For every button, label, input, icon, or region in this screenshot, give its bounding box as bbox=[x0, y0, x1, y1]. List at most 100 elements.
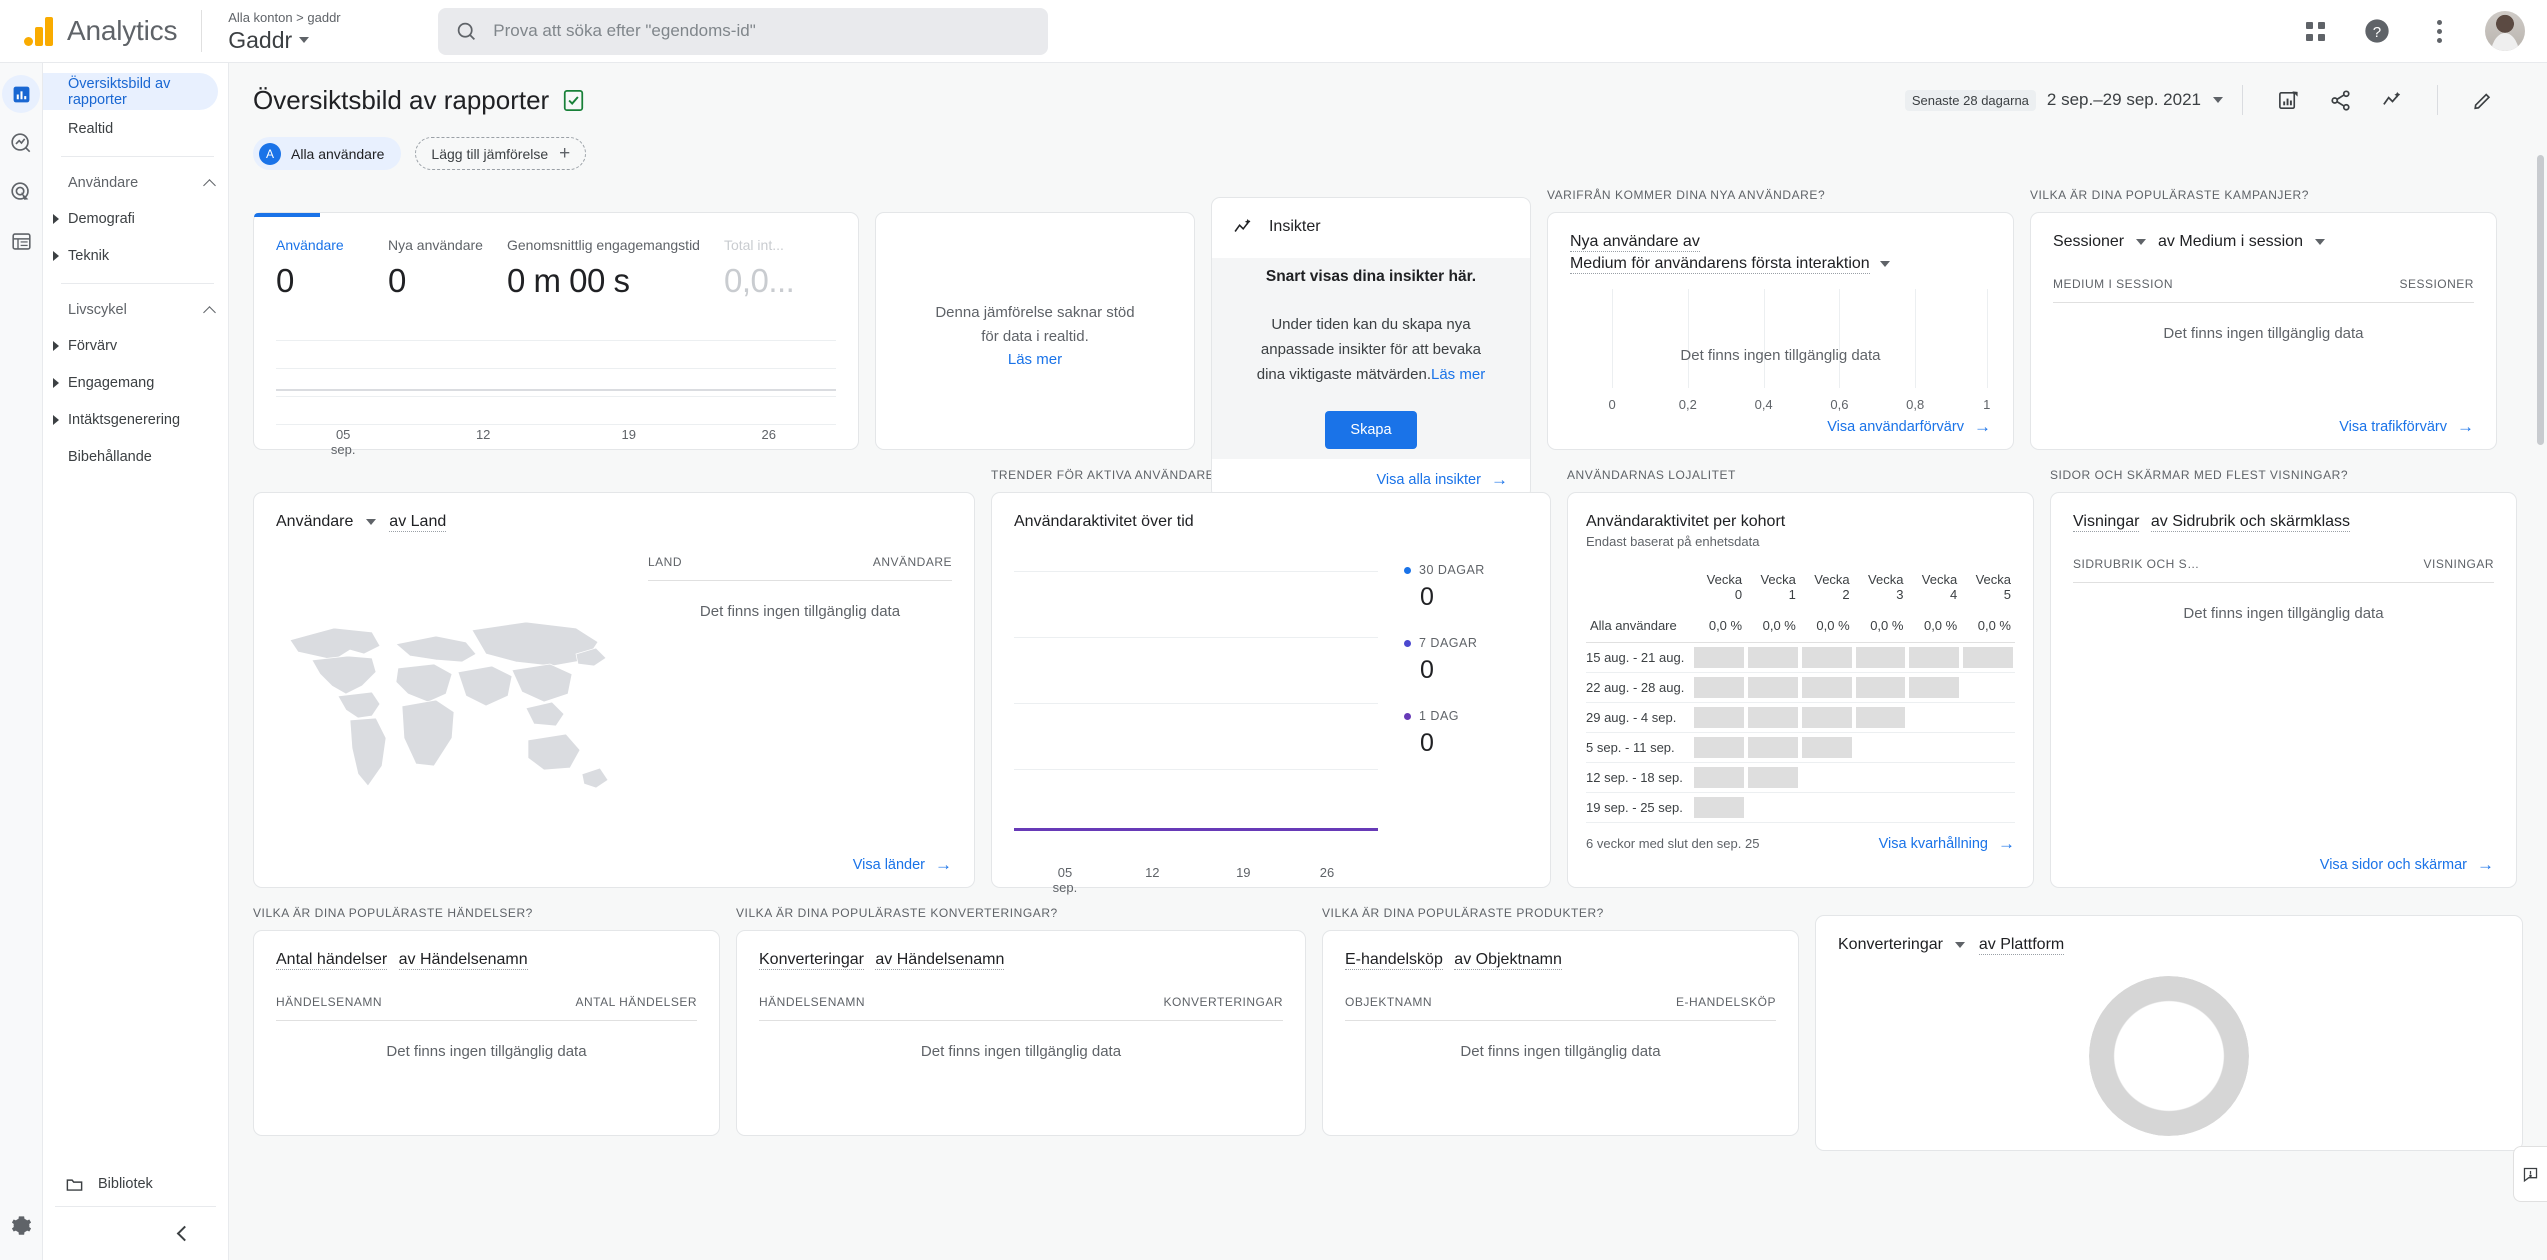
metric-new-users[interactable]: Nya användare 0 bbox=[388, 237, 507, 300]
more-vertical-icon[interactable] bbox=[2423, 15, 2455, 47]
sidebar-item-retention[interactable]: Bibehållande bbox=[43, 438, 218, 475]
x-label: 26 bbox=[762, 427, 776, 442]
column-header-metric[interactable]: E-HANDELSKÖP bbox=[1676, 995, 1776, 1009]
card-metric-selector[interactable]: E-handelsköp av Objektnamn bbox=[1345, 951, 1776, 969]
create-insight-button[interactable]: Skapa bbox=[1325, 411, 1416, 449]
sidebar-group-users[interactable]: Användare bbox=[43, 166, 228, 200]
chevron-down-icon[interactable] bbox=[2136, 239, 2146, 245]
sidebar-item-acquisition[interactable]: Förvärv bbox=[43, 327, 218, 364]
column-header-metric[interactable]: ANVÄNDARE bbox=[873, 555, 952, 569]
chevron-down-icon[interactable] bbox=[366, 519, 376, 525]
advertising-target-icon bbox=[10, 181, 32, 203]
date-range-text[interactable]: 2 sep.–29 sep. 2021 bbox=[2047, 90, 2201, 110]
column-header-dimension[interactable]: LAND bbox=[648, 555, 682, 569]
table-header: MEDIUM I SESSION SESSIONER bbox=[2053, 277, 2474, 303]
column-header-metric[interactable]: ANTAL HÄNDELSER bbox=[575, 995, 697, 1009]
sidebar-item-label: Realtid bbox=[68, 121, 113, 137]
help-circle-icon[interactable]: ? bbox=[2361, 15, 2393, 47]
column-header-dimension[interactable]: SIDRUBRIK OCH S… bbox=[2073, 557, 2200, 571]
card-cohort-retention: Användaraktivitet per kohort Endast base… bbox=[1567, 492, 2034, 888]
read-more-link[interactable]: Läs mer bbox=[1008, 351, 1062, 368]
pages-screens-footer-link[interactable]: Visa sidor och skärmar → bbox=[2073, 856, 2494, 873]
sidebar-item-demographics[interactable]: Demografi bbox=[43, 200, 218, 237]
world-map[interactable] bbox=[276, 539, 636, 856]
insights-read-more-link[interactable]: Läs mer bbox=[1431, 366, 1485, 383]
card-metric-selector[interactable]: Användare av Land bbox=[276, 513, 952, 531]
vertical-scrollbar[interactable] bbox=[2537, 155, 2544, 445]
countries-footer-link[interactable]: Visa länder → bbox=[276, 856, 952, 873]
sidebar-item-reports-overview[interactable]: Översiktsbild av rapporter bbox=[43, 73, 218, 110]
column-header-dimension[interactable]: HÄNDELSENAMN bbox=[759, 995, 865, 1009]
column-header-dimension[interactable]: MEDIUM I SESSION bbox=[2053, 277, 2173, 291]
feedback-button[interactable] bbox=[2513, 1146, 2547, 1202]
insights-report-icon[interactable] bbox=[2271, 83, 2305, 117]
rail-item-explore[interactable] bbox=[2, 124, 40, 162]
metric-users[interactable]: Användare 0 bbox=[276, 237, 388, 300]
sidebar-item-monetization[interactable]: Intäktsgenerering bbox=[43, 401, 218, 438]
column-header: Vecka 0 bbox=[1692, 563, 1746, 611]
chevron-left-icon[interactable] bbox=[177, 1226, 193, 1242]
chevron-down-icon[interactable] bbox=[2315, 239, 2325, 245]
campaigns-footer-link[interactable]: Visa trafikförvärv → bbox=[2053, 418, 2474, 435]
column-header-metric[interactable]: VISNINGAR bbox=[2423, 557, 2494, 571]
card-metric-selector[interactable]: Konverteringar av Händelsenamn bbox=[759, 951, 1283, 969]
share-icon[interactable] bbox=[2323, 83, 2357, 117]
rail-item-advertising[interactable] bbox=[2, 173, 40, 211]
countries-table: LAND ANVÄNDARE Det finns ingen tillgängl… bbox=[636, 539, 952, 856]
apps-grid-icon[interactable] bbox=[2299, 15, 2331, 47]
row-label: Alla användare bbox=[1586, 611, 1692, 643]
card-metric-selector[interactable]: Antal händelser av Händelsenamn bbox=[276, 951, 697, 969]
plus-icon: + bbox=[559, 144, 570, 163]
card-metric-selector[interactable]: Visningar av Sidrubrik och skärmklass bbox=[2073, 513, 2494, 531]
sidebar-item-engagement[interactable]: Engagemang bbox=[43, 364, 218, 401]
chip-all-users[interactable]: A Alla användare bbox=[253, 137, 401, 170]
dimension-label: av Sidrubrik och skärmklass bbox=[2151, 513, 2350, 532]
rail-item-configure[interactable] bbox=[2, 222, 40, 260]
metric-label: Sessioner bbox=[2053, 233, 2124, 250]
rail-item-settings[interactable] bbox=[2, 1206, 40, 1244]
row-label: 15 aug. - 21 aug. bbox=[1586, 643, 1692, 673]
sidebar-collapse-row bbox=[55, 1206, 216, 1260]
chevron-down-icon[interactable] bbox=[1955, 942, 1965, 948]
sidebar-item-library[interactable]: Bibliotek bbox=[43, 1162, 228, 1206]
metric-avg-engagement-time[interactable]: Genomsnittlig engagemangstid 0 m 00 s bbox=[507, 237, 724, 300]
add-comparison-button[interactable]: Lägg till jämförelse + bbox=[415, 137, 586, 170]
body: Översiktsbild av rapporter Realtid Använ… bbox=[0, 63, 2547, 1260]
search-bar[interactable] bbox=[438, 8, 1048, 55]
sidebar-item-realtime[interactable]: Realtid bbox=[43, 110, 218, 147]
rail-item-reports[interactable] bbox=[2, 75, 40, 113]
no-data-message: Det finns ingen tillgänglig data bbox=[1570, 347, 1991, 364]
sidebar-item-tech[interactable]: Teknik bbox=[43, 237, 218, 274]
search-input[interactable] bbox=[493, 21, 1030, 41]
new-users-footer-link[interactable]: Visa användarförvärv → bbox=[1570, 418, 1991, 435]
loyalty-footer-link[interactable]: Visa kvarhållning → bbox=[1879, 835, 2015, 852]
compare-icon[interactable] bbox=[2375, 83, 2409, 117]
trend-body: 05 sep. 12 19 26 30 DAGAR bbox=[1014, 545, 1528, 873]
arrow-right-icon: → bbox=[1491, 471, 1508, 488]
sidebar-group-lifecycle[interactable]: Livscykel bbox=[43, 293, 228, 327]
arrow-right-icon: → bbox=[935, 856, 952, 873]
user-avatar[interactable] bbox=[2485, 11, 2525, 51]
dashboard-scroll[interactable]: Användare 0 Nya användare 0 Genomsnittli… bbox=[229, 188, 2547, 1260]
chevron-down-icon[interactable] bbox=[299, 37, 309, 43]
column-header-metric[interactable]: SESSIONER bbox=[2399, 277, 2474, 291]
legend-item-7-days: 7 DAGAR 0 bbox=[1404, 636, 1528, 685]
account-selector[interactable]: Alla konton > gaddr Gaddr bbox=[228, 9, 378, 54]
column-header-metric[interactable]: KONVERTERINGAR bbox=[1164, 995, 1283, 1009]
card-metric-selector[interactable]: Konverteringar av Plattform bbox=[1838, 936, 2500, 954]
card-metric-selector[interactable]: Nya användare av Medium för användarens … bbox=[1570, 233, 1991, 273]
chevron-down-icon[interactable] bbox=[2213, 97, 2223, 103]
divider bbox=[2242, 85, 2243, 115]
chevron-down-icon[interactable] bbox=[1880, 261, 1890, 267]
insights-footer-link[interactable]: Visa alla insikter → bbox=[1234, 459, 1508, 488]
edit-pencil-icon[interactable] bbox=[2466, 83, 2500, 117]
column-header-dimension[interactable]: HÄNDELSENAMN bbox=[276, 995, 382, 1009]
chevron-right-icon bbox=[53, 251, 59, 261]
metric-value: 0 m 00 s bbox=[507, 262, 700, 300]
metric-value: 0 bbox=[276, 262, 364, 300]
summary-value: 0,0 % bbox=[1961, 611, 2015, 643]
column-header-dimension[interactable]: OBJEKTNAMN bbox=[1345, 995, 1432, 1009]
metric-total-revenue[interactable]: Total int... 0,0... bbox=[724, 237, 836, 300]
card-metric-selector[interactable]: Sessioner av Medium i session bbox=[2053, 233, 2474, 251]
legend-value: 0 bbox=[1404, 729, 1528, 758]
